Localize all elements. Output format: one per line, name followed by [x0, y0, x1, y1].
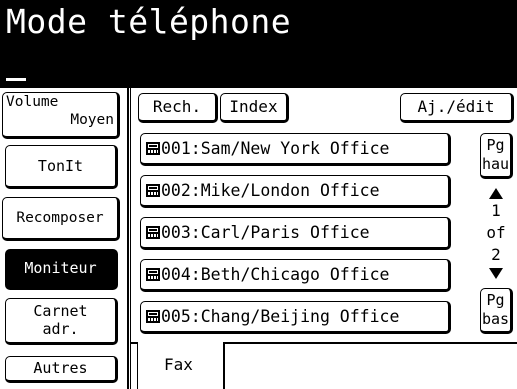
contact-label: 002:Mike/London Office — [161, 181, 380, 200]
index-button[interactable]: Index — [220, 93, 289, 123]
arrow-up-icon — [489, 188, 503, 199]
monitor-button[interactable]: Moniteur — [5, 249, 118, 290]
page-up-label-line1: Pg — [486, 136, 505, 154]
search-button[interactable]: Rech. — [138, 93, 218, 123]
page-down-label-line1: Pg — [486, 291, 505, 309]
contact-item[interactable]: 003:Carl/Paris Office — [140, 217, 451, 250]
others-button[interactable]: Autres — [5, 356, 118, 383]
volume-label: Volume — [6, 94, 59, 110]
volume-value: Moyen — [70, 112, 114, 128]
fax-icon — [146, 310, 160, 323]
panel-divider — [127, 88, 129, 389]
contact-label: 005:Chang/Beijing Office — [161, 307, 400, 326]
contact-item[interactable]: 001:Sam/New York Office — [140, 133, 451, 166]
contact-label: 004:Beth/Chicago Office — [161, 265, 390, 284]
tab-fax[interactable]: Fax — [137, 342, 225, 389]
input-cursor — [6, 78, 26, 81]
fax-icon — [146, 184, 160, 197]
fax-icon — [146, 268, 160, 281]
contact-item[interactable]: 005:Chang/Beijing Office — [140, 301, 451, 334]
page-down-button[interactable]: Pg bas — [480, 288, 513, 334]
page-of: of — [486, 223, 506, 242]
left-panel: Volume Moyen TonIt Recomposer Moniteur C… — [0, 88, 127, 389]
page-down-label-line2: bas — [481, 310, 510, 328]
contact-item[interactable]: 002:Mike/London Office — [140, 175, 451, 208]
address-book-button[interactable]: Carnet adr. — [5, 298, 118, 345]
page-up-button[interactable]: Pg hau — [480, 133, 513, 179]
fax-icon — [146, 226, 160, 239]
add-edit-button[interactable]: Aj./édit — [400, 93, 514, 123]
fax-icon — [146, 142, 160, 155]
page-total: 2 — [491, 245, 501, 264]
tab-fax-label: Fax — [164, 355, 193, 374]
redial-button[interactable]: Recomposer — [2, 197, 120, 241]
contact-label: 003:Carl/Paris Office — [161, 223, 370, 242]
tone-button[interactable]: TonIt — [5, 145, 118, 189]
arrow-down-icon — [489, 268, 503, 279]
address-book-label-line2: adr. — [42, 320, 79, 338]
volume-button[interactable]: Volume Moyen — [2, 92, 120, 139]
page-current: 1 — [491, 201, 501, 220]
page-title: Mode téléphone — [6, 2, 292, 41]
contact-item[interactable]: 004:Beth/Chicago Office — [140, 259, 451, 292]
header-bar: Mode téléphone — [0, 0, 517, 88]
address-book-label-line1: Carnet — [33, 302, 88, 320]
contact-label: 001:Sam/New York Office — [161, 139, 390, 158]
page-up-label-line2: hau — [481, 155, 510, 173]
